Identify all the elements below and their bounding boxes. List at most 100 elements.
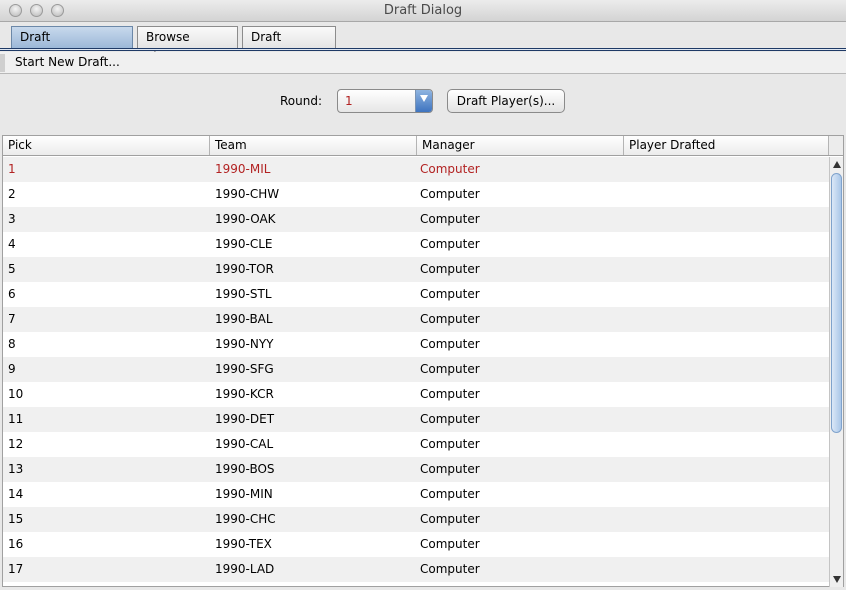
cell-manager: Computer <box>420 487 480 501</box>
cell-player <box>627 207 827 232</box>
table-row[interactable]: 4 1990-CLE Computer <box>3 232 829 257</box>
cell-pick: 4 <box>8 237 16 251</box>
cell-manager: Computer <box>420 387 480 401</box>
cell-team: 1990-SFG <box>215 362 274 376</box>
title-bar: Draft Dialog <box>0 0 846 22</box>
table-row[interactable]: 13 1990-BOS Computer <box>3 457 829 482</box>
cell-manager: Computer <box>420 212 480 226</box>
cell-team: 1990-CHC <box>215 512 276 526</box>
tab-divider <box>0 48 846 51</box>
round-select-value: 1 <box>345 94 353 108</box>
cell-pick: 6 <box>8 287 16 301</box>
table-row[interactable]: 1 1990-MIL Computer <box>3 157 829 182</box>
cell-team: 1990-STL <box>215 287 272 301</box>
table-row[interactable]: 5 1990-TOR Computer <box>3 257 829 282</box>
table-body: 1 1990-MIL Computer 2 1990-CHW Computer 3 1990-… <box>3 157 829 587</box>
table-row[interactable]: 10 1990-KCR Computer <box>3 382 829 407</box>
vertical-scrollbar[interactable] <box>829 157 843 587</box>
menu-bar: Start New Draft... <box>0 52 846 74</box>
cell-team: 1990-CHW <box>215 187 280 201</box>
table-row[interactable]: 9 1990-SFG Computer <box>3 357 829 382</box>
cell-manager: Computer <box>420 237 480 251</box>
table-row[interactable]: 12 1990-CAL Computer <box>3 432 829 457</box>
table-row[interactable]: 3 1990-OAK Computer <box>3 207 829 232</box>
cell-team: 1990-MIL <box>215 162 271 176</box>
header-corner <box>829 136 843 156</box>
table-row[interactable]: 11 1990-DET Computer <box>3 407 829 432</box>
cell-team: 1990-TEX <box>215 537 272 551</box>
table-header: Pick Team Manager Player Drafted <box>3 136 829 156</box>
start-new-draft-menu[interactable]: Start New Draft... <box>15 55 120 69</box>
cell-player <box>627 357 827 382</box>
cell-team: 1990-KCR <box>215 387 274 401</box>
scroll-thumb[interactable] <box>831 173 842 433</box>
tab-strip: Draft Management Browse Players Draft Ro… <box>0 22 846 64</box>
cell-player <box>627 332 827 357</box>
cell-manager: Computer <box>420 412 480 426</box>
cell-player <box>627 407 827 432</box>
cell-player <box>627 432 827 457</box>
cell-manager: Computer <box>420 312 480 326</box>
cell-pick: 17 <box>8 562 24 576</box>
table-row[interactable]: 2 1990-CHW Computer <box>3 182 829 207</box>
cell-manager: Computer <box>420 462 480 476</box>
table-row[interactable]: 8 1990-NYY Computer <box>3 332 829 357</box>
cell-team: 1990-DET <box>215 412 275 426</box>
cell-pick: 12 <box>8 437 24 451</box>
cell-player <box>627 482 827 507</box>
cell-player <box>627 507 827 532</box>
cell-pick: 16 <box>8 537 24 551</box>
cell-pick: 7 <box>8 312 16 326</box>
cell-manager: Computer <box>420 337 480 351</box>
cell-pick: 9 <box>8 362 16 376</box>
column-header-pick[interactable]: Pick <box>3 136 210 155</box>
table-row[interactable]: 16 1990-TEX Computer <box>3 532 829 557</box>
cell-team: 1990-CAL <box>215 437 274 451</box>
cell-player <box>627 257 827 282</box>
column-header-team[interactable]: Team <box>210 136 417 155</box>
cell-player <box>627 532 827 557</box>
tab-browse-players[interactable]: Browse Players <box>137 26 238 64</box>
cell-team: 1990-LAD <box>215 562 275 576</box>
scroll-up-icon[interactable] <box>833 161 841 168</box>
column-header-manager[interactable]: Manager <box>417 136 624 155</box>
table-row[interactable]: 14 1990-MIN Computer <box>3 482 829 507</box>
cell-team: 1990-BOS <box>215 462 275 476</box>
round-label: Round: <box>280 94 323 108</box>
tab-draft-rosters[interactable]: Draft Rosters <box>242 26 336 64</box>
draft-table: Pick Team Manager Player Drafted 1 1990-M… <box>2 135 844 587</box>
cell-player <box>627 182 827 207</box>
cell-pick: 1 <box>8 162 16 176</box>
cell-manager: Computer <box>420 562 480 576</box>
table-row[interactable]: 17 1990-LAD Computer <box>3 557 829 582</box>
table-row[interactable]: 6 1990-STL Computer <box>3 282 829 307</box>
cell-manager: Computer <box>420 437 480 451</box>
cell-player <box>627 232 827 257</box>
cell-pick: 14 <box>8 487 24 501</box>
cell-player <box>627 557 827 582</box>
cell-player <box>627 457 827 482</box>
round-select[interactable]: 1 <box>337 89 433 113</box>
cell-pick: 5 <box>8 262 16 276</box>
cell-pick: 2 <box>8 187 16 201</box>
cell-team: 1990-OAK <box>215 212 276 226</box>
scroll-down-icon[interactable] <box>833 576 841 583</box>
column-header-player-drafted[interactable]: Player Drafted <box>624 136 829 155</box>
dropdown-arrow-icon[interactable] <box>415 90 432 112</box>
cell-pick: 10 <box>8 387 24 401</box>
cell-manager: Computer <box>420 287 480 301</box>
cell-team: 1990-TOR <box>215 262 274 276</box>
window-title: Draft Dialog <box>383 3 463 18</box>
tab-draft-management[interactable]: Draft Management <box>11 26 133 64</box>
draft-players-button[interactable]: Draft Player(s)... <box>447 89 565 113</box>
cell-player <box>627 157 827 182</box>
table-row[interactable]: 7 1990-BAL Computer <box>3 307 829 332</box>
cell-manager: Computer <box>420 512 480 526</box>
cell-team: 1990-NYY <box>215 337 274 351</box>
cell-team: 1990-BAL <box>215 312 273 326</box>
toolbar-grip <box>0 54 5 72</box>
cell-pick: 8 <box>8 337 16 351</box>
table-row[interactable]: 15 1990-CHC Computer <box>3 507 829 532</box>
cell-manager: Computer <box>420 537 480 551</box>
cell-player <box>627 282 827 307</box>
